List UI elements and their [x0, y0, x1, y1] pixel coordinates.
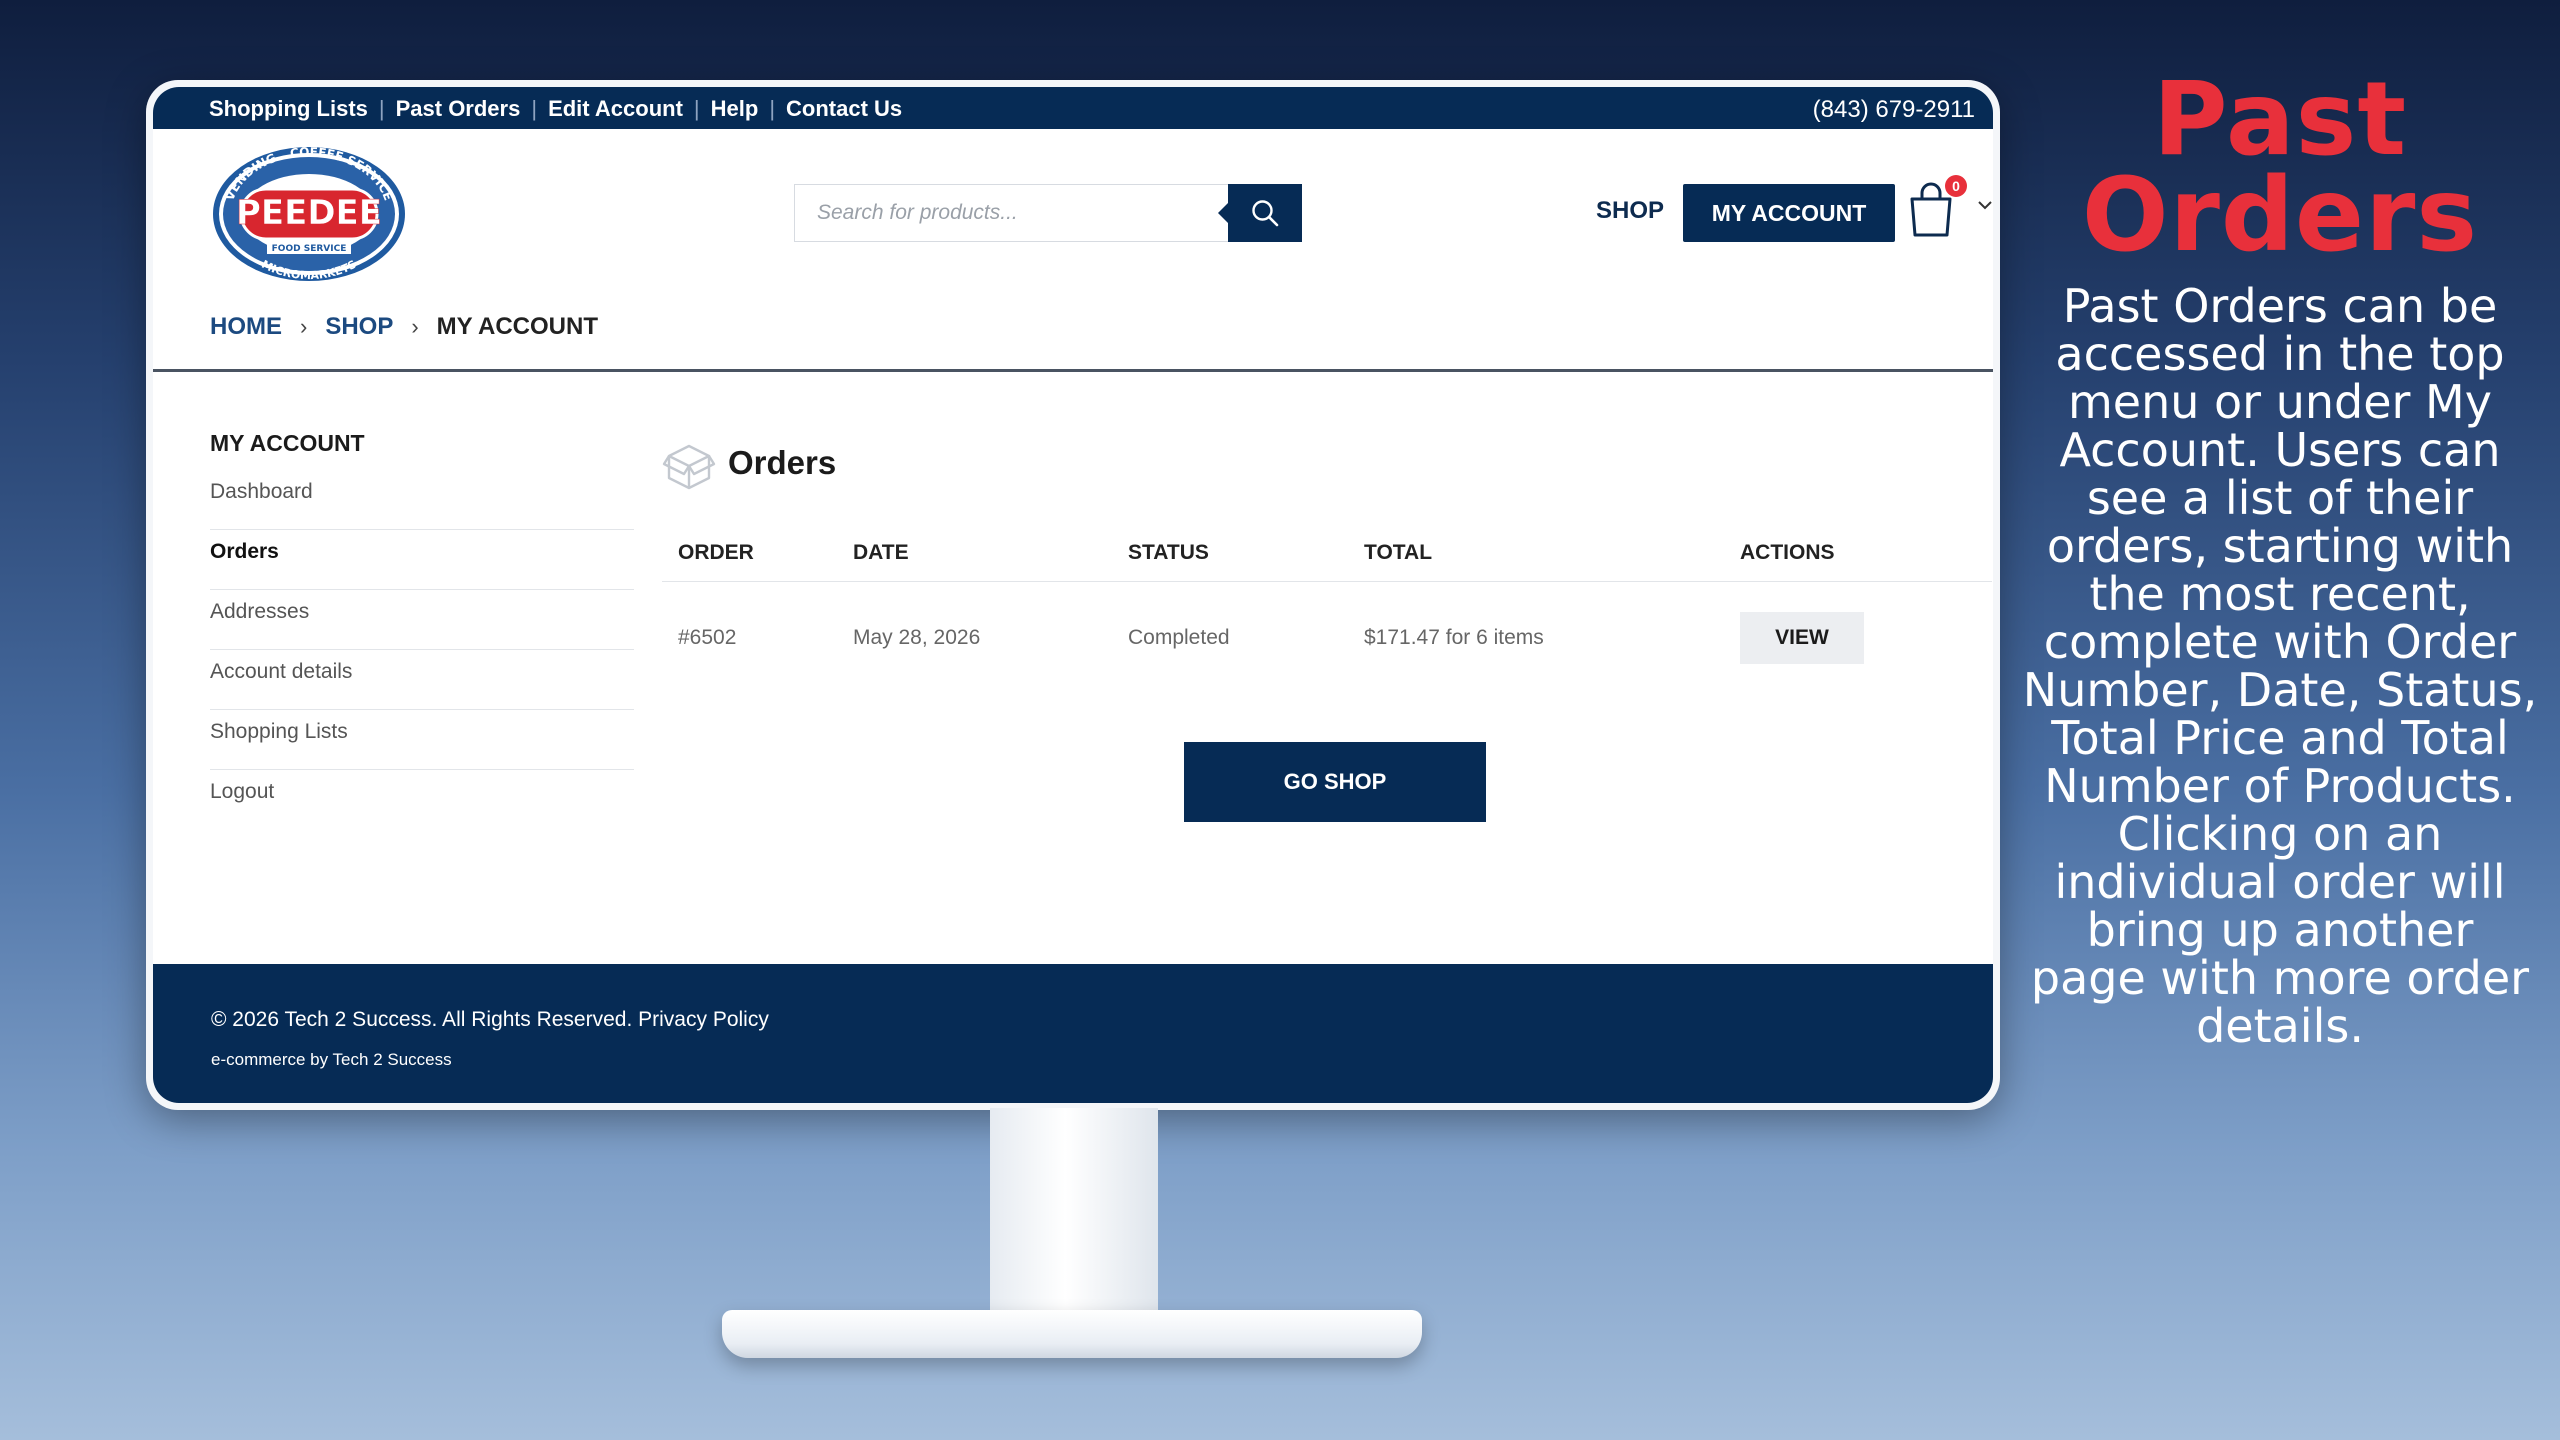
- monitor-frame: Shopping Lists | Past Orders | Edit Acco…: [146, 80, 2000, 1110]
- sidebar-item-logout[interactable]: Logout: [210, 770, 634, 830]
- logo-ribbon-text: FOOD SERVICE: [272, 244, 347, 254]
- sidebar-item-account-details[interactable]: Account details: [210, 650, 634, 710]
- table-row: #6502 May 28, 2026 Completed $171.47 for…: [662, 582, 1992, 695]
- orders-heading: Orders: [728, 444, 837, 481]
- top-nav: Shopping Lists | Past Orders | Edit Acco…: [209, 96, 902, 122]
- sidebar-item-addresses[interactable]: Addresses: [210, 590, 634, 650]
- topnav-help[interactable]: Help: [711, 96, 759, 122]
- breadcrumb-chevron-icon: ›: [300, 314, 308, 339]
- search-button[interactable]: [1218, 184, 1302, 242]
- website-screen: Shopping Lists | Past Orders | Edit Acco…: [153, 87, 1993, 1103]
- breadcrumb-current: MY ACCOUNT: [436, 313, 599, 340]
- footer-credit[interactable]: e-commerce by Tech 2 Success: [211, 1050, 452, 1070]
- search-bar: [794, 184, 1302, 242]
- sidebar-item-dashboard[interactable]: Dashboard: [210, 470, 634, 530]
- topnav-edit-account[interactable]: Edit Account: [548, 96, 683, 122]
- search-input[interactable]: [794, 184, 1228, 242]
- topnav-separator: |: [378, 96, 385, 121]
- go-shop-button[interactable]: GO SHOP: [1184, 742, 1486, 822]
- orders-table: ORDER DATE STATUS TOTAL ACTIONS #6502 Ma…: [662, 525, 1992, 694]
- shop-link[interactable]: SHOP: [1596, 197, 1664, 225]
- top-bar: Shopping Lists | Past Orders | Edit Acco…: [153, 87, 1993, 129]
- promo-title: Past Orders: [2081, 60, 2479, 275]
- account-sidebar: Dashboard Orders Addresses Account detai…: [210, 470, 634, 830]
- topnav-separator: |: [531, 96, 538, 121]
- site-footer: © 2026 Tech 2 Success. All Rights Reserv…: [153, 964, 1993, 1103]
- my-account-button[interactable]: MY ACCOUNT: [1683, 184, 1895, 242]
- footer-copyright[interactable]: © 2026 Tech 2 Success. All Rights Reserv…: [211, 1008, 769, 1032]
- order-number-link[interactable]: #6502: [662, 582, 837, 695]
- topnav-contact-us[interactable]: Contact Us: [786, 96, 902, 122]
- topnav-shopping-lists[interactable]: Shopping Lists: [209, 96, 368, 122]
- column-header-actions: ACTIONS: [1724, 525, 1992, 582]
- phone-number[interactable]: (843) 679-2911: [1813, 96, 1975, 124]
- peedee-logo[interactable]: VENDING COFFEE SERVICE MICROMARKETS PEEDE…: [211, 145, 407, 283]
- topnav-separator: |: [693, 96, 700, 121]
- sidebar-title: MY ACCOUNT: [210, 430, 365, 456]
- orders-table-header: ORDER DATE STATUS TOTAL ACTIONS: [662, 525, 1992, 582]
- topnav-separator: |: [769, 96, 776, 121]
- topnav-past-orders[interactable]: Past Orders: [396, 96, 521, 122]
- magnifier-icon: [1252, 200, 1279, 227]
- order-actions-cell: VIEW: [1724, 582, 1992, 695]
- column-header-order: ORDER: [662, 525, 837, 582]
- breadcrumb-shop[interactable]: SHOP: [325, 313, 393, 341]
- box-icon: [662, 444, 716, 490]
- sidebar-item-shopping-lists[interactable]: Shopping Lists: [210, 710, 634, 770]
- logo-brand-text: PEEDEE: [236, 193, 382, 233]
- breadcrumb-chevron-icon: ›: [411, 314, 419, 339]
- view-order-button[interactable]: VIEW: [1740, 612, 1864, 664]
- cart-count-badge: 0: [1945, 175, 1967, 197]
- column-header-date: DATE: [837, 525, 1112, 582]
- order-date: May 28, 2026: [853, 626, 981, 649]
- column-header-total: TOTAL: [1348, 525, 1724, 582]
- monitor-stand-base: [722, 1310, 1422, 1358]
- breadcrumb: HOME › SHOP › MY ACCOUNT: [210, 313, 598, 341]
- monitor-stand-neck: [990, 1108, 1158, 1318]
- chevron-down-icon[interactable]: [1977, 199, 1993, 211]
- order-status: Completed: [1128, 626, 1230, 649]
- sidebar-item-orders[interactable]: Orders: [210, 530, 634, 590]
- promo-description: Past Orders can be accessed in the top m…: [2022, 279, 2538, 1053]
- breadcrumb-home[interactable]: HOME: [210, 313, 282, 341]
- header-divider: [153, 369, 1993, 372]
- order-total: $171.47 for 6 items: [1364, 626, 1544, 649]
- column-header-status: STATUS: [1112, 525, 1348, 582]
